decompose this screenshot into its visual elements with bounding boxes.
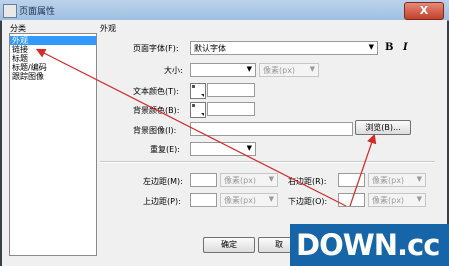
annotation-arrows — [35, 48, 377, 207]
annotation-arrow-category — [35, 48, 347, 207]
annotation-arrow-browse — [349, 133, 377, 207]
